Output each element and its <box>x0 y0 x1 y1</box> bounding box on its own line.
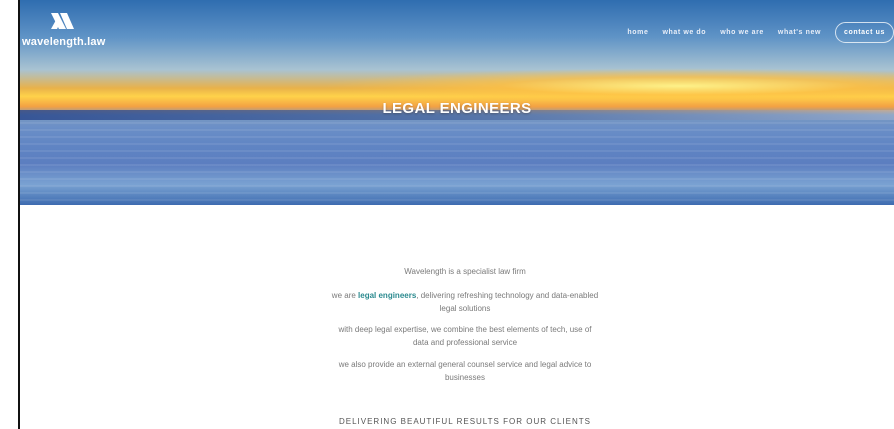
tagline: DELIVERING BEAUTIFUL RESULTS FOR OUR CLI… <box>338 417 592 426</box>
top-nav: home what we do who we are what's new co… <box>613 21 894 43</box>
page-frame: wavelength.law home what we do who we ar… <box>18 0 894 429</box>
nav-whats-new[interactable]: what's new <box>778 29 821 36</box>
intro-line-3: with deep legal expertise, we combine th… <box>338 325 592 347</box>
intro-line-2: we are legal engineers, delivering refre… <box>330 289 600 315</box>
contact-us-button[interactable]: contact us <box>834 21 894 43</box>
nav-home[interactable]: home <box>627 29 648 36</box>
intro-section: Wavelength is a specialist law firm we a… <box>20 205 894 429</box>
intro-line-2-prefix: we are <box>331 291 359 300</box>
brand-logo[interactable]: wavelength.law <box>22 10 106 50</box>
hero-banner: wavelength.law home what we do who we ar… <box>20 0 894 205</box>
legal-engineers-highlight: legal engineers <box>358 291 417 300</box>
hero-title: LEGAL ENGINEERS <box>382 100 532 117</box>
hero-sunglow <box>320 68 894 104</box>
intro-line-4: we also provide an external general coun… <box>338 360 592 382</box>
hero-water <box>20 122 894 205</box>
nav-what-we-do[interactable]: what we do <box>662 29 706 36</box>
nav-who-we-are[interactable]: who we are <box>720 29 764 36</box>
intro-line-1: Wavelength is a specialist law firm <box>404 267 526 276</box>
intro-line-2-suffix: , delivering refreshing technology and d… <box>416 291 599 313</box>
wavelength-logo-icon <box>51 13 74 29</box>
brand-name: wavelength.law <box>22 36 106 48</box>
